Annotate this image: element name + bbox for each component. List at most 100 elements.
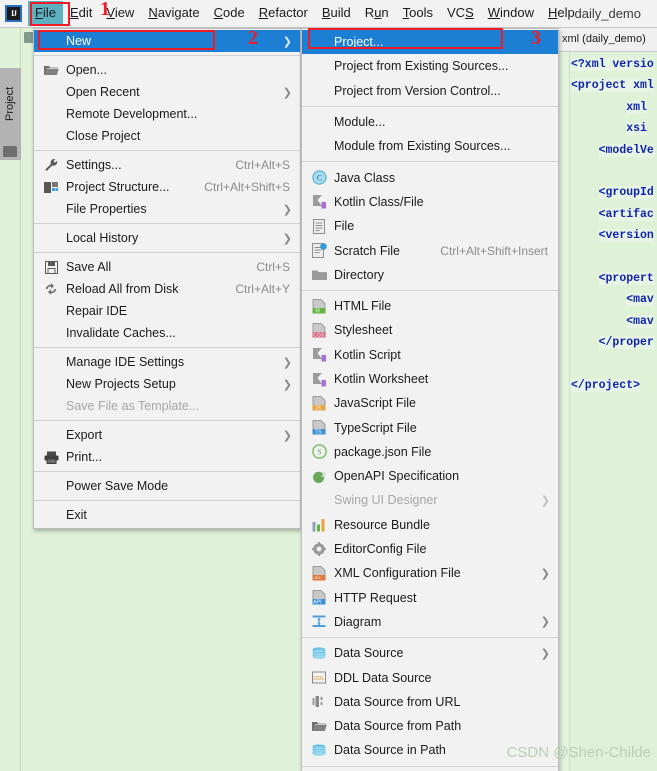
new-menu-item-project[interactable]: Project... [302, 30, 558, 55]
new-menu-item-scratch-file[interactable]: Scratch File Ctrl+Alt+Shift+Insert [302, 238, 558, 262]
file-menu-item-manage-ide-settings[interactable]: Manage IDE Settings ❯ [34, 351, 300, 373]
new-menu-item-javascript-file[interactable]: JS JavaScript File [302, 391, 558, 415]
new-menu-item-ddl-data-source[interactable]: DDL DDL Data Source [302, 665, 558, 689]
menu-run[interactable]: Run [358, 1, 396, 26]
file-menu-item-save-all[interactable]: Save All Ctrl+S [34, 256, 300, 278]
file-menu-item-local-history[interactable]: Local History ❯ [34, 227, 300, 249]
datasource-url-icon [308, 694, 330, 710]
kotlin-icon [308, 371, 330, 387]
file-menu-item-invalidate-caches[interactable]: Invalidate Caches... [34, 322, 300, 344]
no-icon [40, 354, 62, 370]
no-icon [40, 507, 62, 523]
file-menu-item-label: Invalidate Caches... [66, 326, 176, 340]
file-menu-item-label: Remote Development... [66, 107, 198, 121]
new-submenu-dropdown[interactable]: Project... Project from Existing Sources.… [301, 28, 559, 771]
chevron-right-icon: ❯ [540, 567, 550, 580]
menu-file[interactable]: File [28, 1, 63, 26]
file-menu-item-new[interactable]: New ❯ [34, 30, 300, 52]
file-menu-item-open[interactable]: Open... [34, 59, 300, 81]
no-icon [308, 138, 330, 154]
no-icon [40, 478, 62, 494]
new-menu-item-project-from-version-control[interactable]: Project from Version Control... [302, 79, 558, 103]
new-menu-item-file[interactable]: File [302, 214, 558, 238]
file-menu-item-repair-ide[interactable]: Repair IDE [34, 300, 300, 322]
new-menu-item-http-request[interactable]: API HTTP Request [302, 586, 558, 610]
file-menu-item-project-structure[interactable]: Project Structure... Ctrl+Alt+Shift+S [34, 176, 300, 198]
new-menu-item-stylesheet[interactable]: CSS Stylesheet [302, 318, 558, 342]
menu-tools[interactable]: Tools [396, 1, 440, 26]
file-menu-dropdown[interactable]: New ❯ Open... Open Recent ❯ Remote Developmen… [33, 28, 301, 529]
new-menu-item-resource-bundle[interactable]: Resource Bundle [302, 513, 558, 537]
file-menu-item-label: Save All [66, 260, 112, 274]
menu-code[interactable]: Code [207, 1, 252, 26]
editor-code-area[interactable]: <?xml versio <project xml xml xsi <modelV… [571, 54, 657, 396]
new-menu-item-java-class[interactable]: C Java Class [302, 165, 558, 189]
file-menu-item-open-recent[interactable]: Open Recent ❯ [34, 81, 300, 103]
new-menu-item-label: JavaScript File [334, 396, 416, 411]
new-menu-item-label: Kotlin Class/File [334, 194, 424, 209]
file-menu-item-power-save-mode[interactable]: Power Save Mode [34, 475, 300, 497]
new-menu-item-data-source-from-path[interactable]: Data Source from Path [302, 714, 558, 738]
project-name-label: daily_demo [574, 6, 642, 21]
chevron-right-icon: ❯ [282, 356, 292, 369]
new-menu-item-kotlin-worksheet[interactable]: Kotlin Worksheet [302, 367, 558, 391]
menu-window[interactable]: Window [481, 1, 541, 26]
file-menu-item-reload-all-from-disk[interactable]: Reload All from Disk Ctrl+Alt+Y [34, 278, 300, 300]
no-icon [308, 492, 330, 508]
file-menu-item-new-projects-setup[interactable]: New Projects Setup ❯ [34, 373, 300, 395]
file-menu-item-print[interactable]: Print... [34, 446, 300, 468]
new-menu-item-label: Project from Existing Sources... [334, 59, 509, 74]
new-menu-item-openapi-specification[interactable]: OpenAPI Specification [302, 464, 558, 488]
new-menu-item-module-from-existing-sources[interactable]: Module from Existing Sources... [302, 134, 558, 158]
printer-icon [40, 449, 62, 465]
new-menu-item-directory[interactable]: Directory [302, 263, 558, 287]
menu-edit[interactable]: Edit [63, 1, 99, 26]
code-line: </project> [571, 378, 641, 392]
chevron-right-icon: ❯ [282, 86, 292, 99]
new-menu-item-editorconfig-file[interactable]: EditorConfig File [302, 537, 558, 561]
new-menu-item-kotlin-script[interactable]: Kotlin Script [302, 343, 558, 367]
new-menu-item-label: Diagram [334, 614, 382, 629]
folder-icon [3, 146, 17, 157]
chevron-right-icon: ❯ [282, 429, 292, 442]
chevron-right-icon: ❯ [540, 647, 550, 660]
sidebar-item-project[interactable]: Project [0, 68, 21, 160]
file-menu-item-export[interactable]: Export ❯ [34, 424, 300, 446]
no-icon [40, 33, 62, 49]
project-tool-label: Project [4, 86, 16, 122]
new-menu-item-package-json-file[interactable]: Spackage.json File [302, 440, 558, 464]
new-menu-item-typescript-file[interactable]: TS TypeScript File [302, 415, 558, 439]
menu-separator [302, 105, 558, 107]
new-menu-item-data-source-from-url[interactable]: Data Source from URL [302, 690, 558, 714]
file-menu-item-settings[interactable]: Settings... Ctrl+Alt+S [34, 154, 300, 176]
file-menu-item-exit[interactable]: Exit [34, 504, 300, 526]
file-menu-item-label: Manage IDE Settings [66, 355, 185, 369]
file-menu-item-close-project[interactable]: Close Project [34, 125, 300, 147]
new-menu-item-html-file[interactable]: H HTML File [302, 294, 558, 318]
new-menu-item-kotlin-class-file[interactable]: Kotlin Class/File [302, 190, 558, 214]
editor-tab[interactable]: xml (daily_demo) [558, 28, 657, 52]
menu-separator [302, 765, 558, 767]
svg-text:S: S [317, 448, 321, 457]
new-menu-item-data-source[interactable]: Data Source ❯ [302, 641, 558, 665]
file-menu-item-file-properties[interactable]: File Properties ❯ [34, 198, 300, 220]
menu-vcs[interactable]: VCS [440, 1, 481, 26]
new-menu-item-label: HTTP Request [334, 590, 417, 605]
svg-text:JS: JS [315, 405, 322, 410]
menu-build[interactable]: Build [315, 1, 358, 26]
new-menu-item-xml-configuration-file[interactable]: <> XML Configuration File ❯ [302, 561, 558, 585]
menu-refactor[interactable]: Refactor [252, 1, 315, 26]
api-file-icon: API [308, 590, 330, 606]
file-menu-item-remote-development[interactable]: Remote Development... [34, 103, 300, 125]
file-menu-item-label: Print... [66, 450, 103, 464]
no-icon [40, 376, 62, 392]
menu-navigate[interactable]: Navigate [141, 1, 206, 26]
file-menu-item-save-file-as-template: Save File as Template... [34, 395, 300, 417]
menu-bar: IJ File Edit View Navigate Code Refactor Build… [0, 0, 657, 28]
menu-separator [34, 55, 300, 56]
new-menu-item-diagram[interactable]: Diagram ❯ [302, 610, 558, 634]
new-menu-item-label: XML Configuration File [334, 566, 461, 581]
new-menu-item-module[interactable]: Module... [302, 110, 558, 134]
new-menu-item-project-from-existing-sources[interactable]: Project from Existing Sources... [302, 54, 558, 78]
